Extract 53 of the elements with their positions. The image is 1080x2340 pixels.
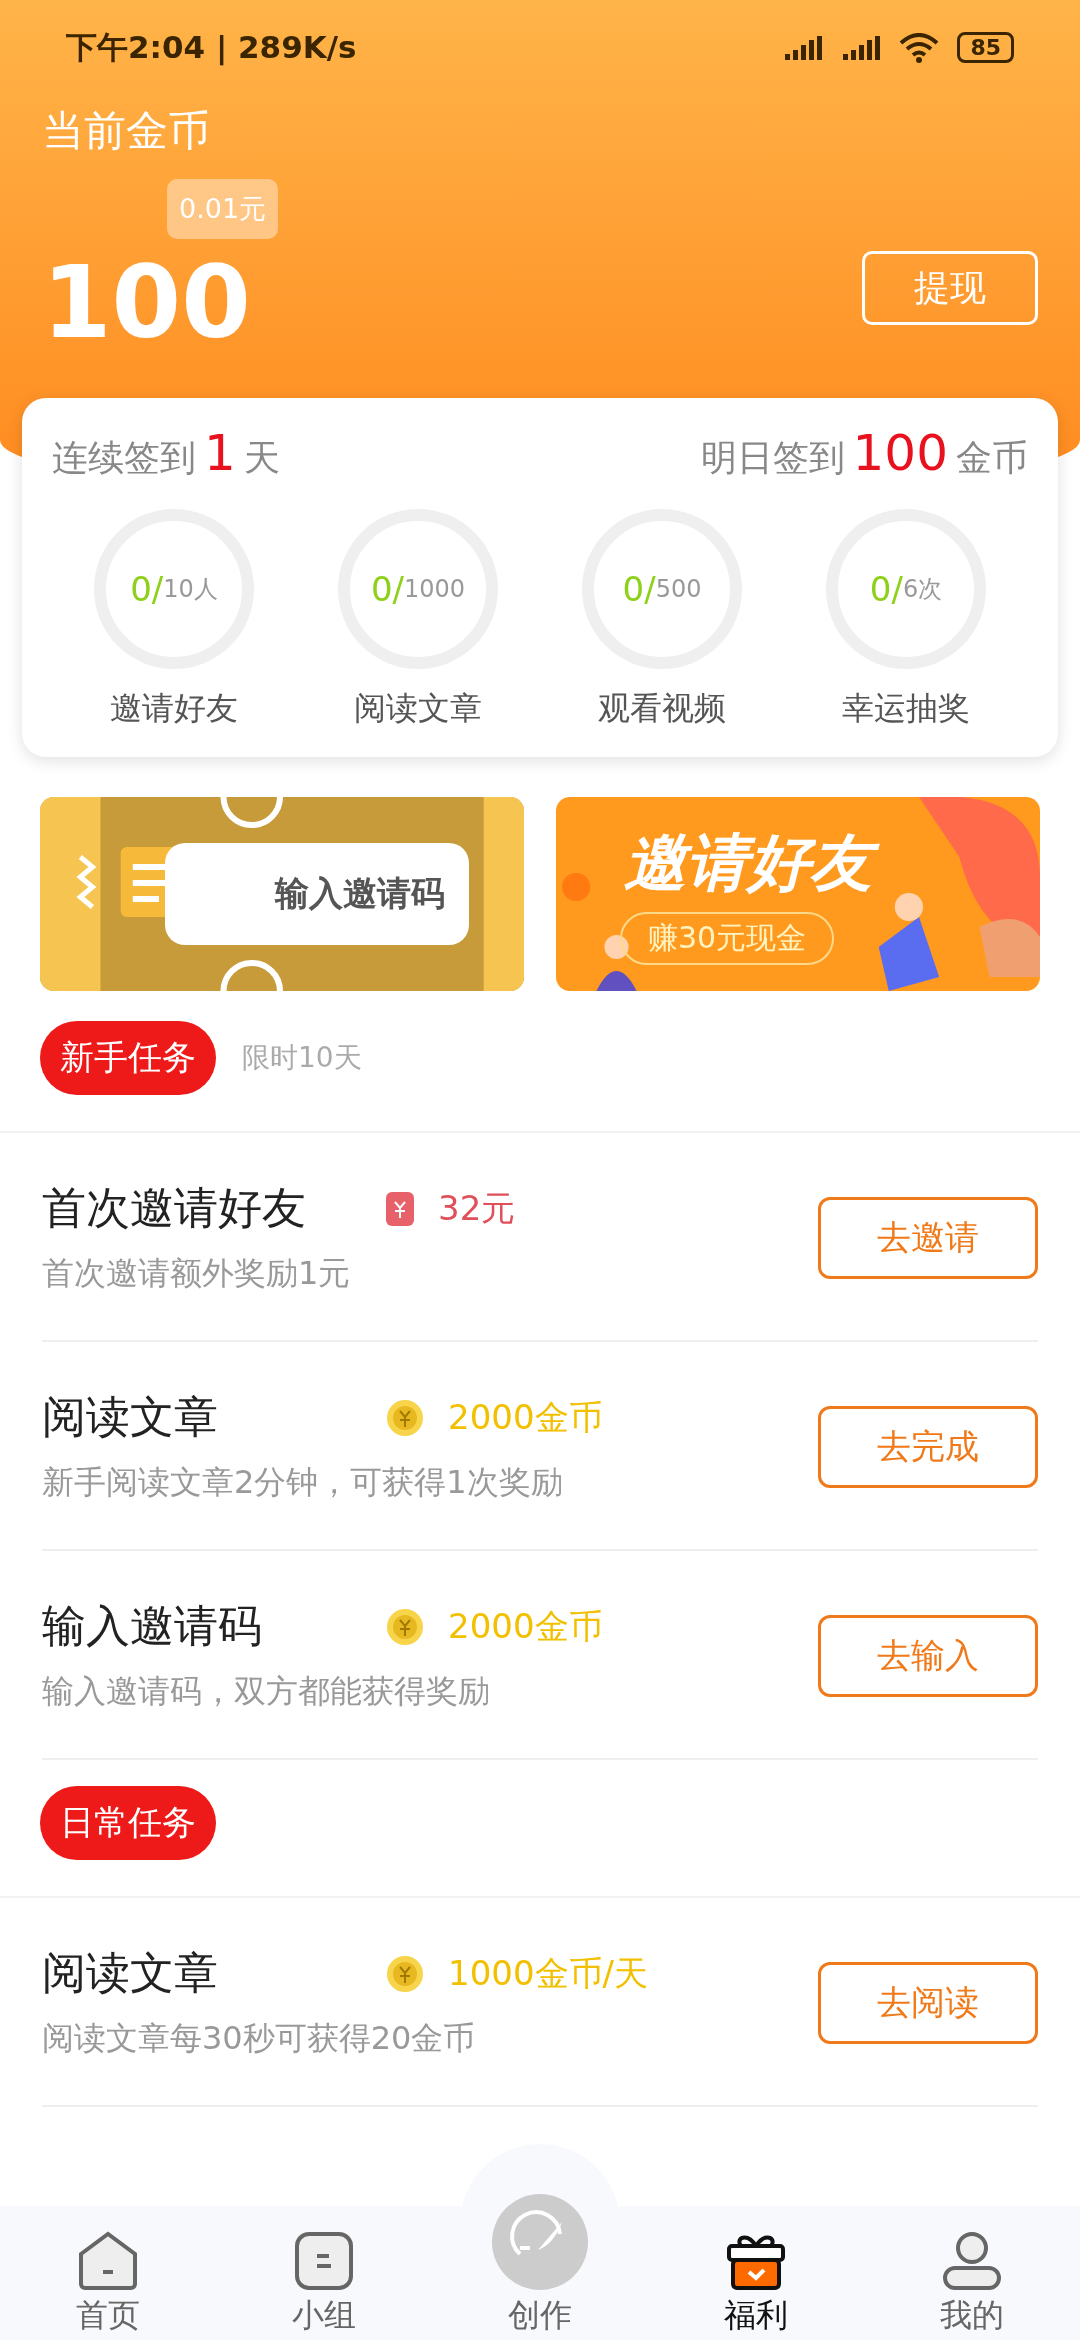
task-title: 阅读文章 [42, 1946, 219, 2000]
streak-text: 连续签到 1 天 [52, 424, 280, 483]
task-action-button[interactable]: 去输入 [818, 1614, 1038, 1697]
task-reward: 2000金币 [448, 1604, 603, 1648]
progress-label: 邀请好友 [110, 688, 238, 729]
nav-tab[interactable]: 福利 [648, 2206, 864, 2340]
signal-icon [783, 33, 824, 62]
coin-icon [386, 1954, 424, 1993]
progress-label: 观看视频 [598, 688, 726, 729]
person-icon [941, 2229, 1003, 2292]
home-icon [77, 2229, 139, 2292]
task-description: 阅读文章每30秒可获得20金币 [42, 2018, 477, 2059]
banner-subtitle: 赚30元现金 [620, 911, 835, 965]
tomorrow-reward-text: 明日签到 100 金币 [700, 424, 1028, 483]
task-description: 输入邀请码，双方都能获得奖励 [42, 1671, 491, 1712]
coin-icon [386, 1398, 424, 1437]
task-description: 首次邀请额外奖励1元 [42, 1253, 352, 1294]
task-reward: 32元 [438, 1186, 516, 1230]
promo-banner[interactable]: 输入邀请码 [40, 797, 524, 991]
progress-label: 幸运抽奖 [842, 688, 970, 729]
feather-pen-icon[interactable] [490, 2191, 590, 2292]
nav-tab[interactable]: 首页 [0, 2206, 216, 2340]
nav-tab[interactable]: 小组 [216, 2206, 432, 2340]
task-reward: 2000金币 [448, 1395, 603, 1439]
battery-level: 85 [957, 32, 1014, 63]
coin-balance: 100 [42, 253, 252, 353]
coins-label: 当前金币 [42, 105, 210, 157]
task-action-button[interactable]: 去邀请 [818, 1196, 1038, 1279]
signal-icon [841, 33, 882, 62]
banner-title: 邀请好友 [620, 823, 886, 904]
progress-ring: 0/500 [582, 509, 742, 669]
cash-value-tip: 0.01元 [167, 179, 279, 239]
section-tag: 日常任务 [40, 1786, 216, 1860]
cash-envelope-icon [386, 1191, 414, 1226]
task-title: 阅读文章 [42, 1390, 219, 1444]
section-note: 限时10天 [242, 1040, 362, 1076]
task-action-button[interactable]: 去阅读 [818, 1961, 1038, 2044]
progress-ring: 0/1000 [338, 509, 498, 669]
task-description: 新手阅读文章2分钟，可获得1次奖励 [42, 1462, 564, 1503]
progress-ring: 0/6次 [826, 509, 986, 669]
banner-title: 输入邀请码 [165, 843, 469, 945]
task-action-button[interactable]: 去完成 [818, 1405, 1038, 1488]
status-time: 下午2:04 | 289K/s [66, 27, 357, 68]
wifi-icon [899, 32, 940, 63]
section-tag: 新手任务 [40, 1021, 216, 1095]
task-reward: 1000金币/天 [448, 1951, 648, 1995]
nav-tab[interactable]: 我的 [864, 2206, 1080, 2340]
task-title: 首次邀请好友 [42, 1181, 307, 1235]
progress-label: 阅读文章 [354, 688, 482, 729]
chat-icon [293, 2229, 355, 2292]
coin-icon [386, 1607, 424, 1646]
task-title: 输入邀请码 [42, 1599, 263, 1653]
progress-ring: 0/10人 [94, 509, 254, 669]
